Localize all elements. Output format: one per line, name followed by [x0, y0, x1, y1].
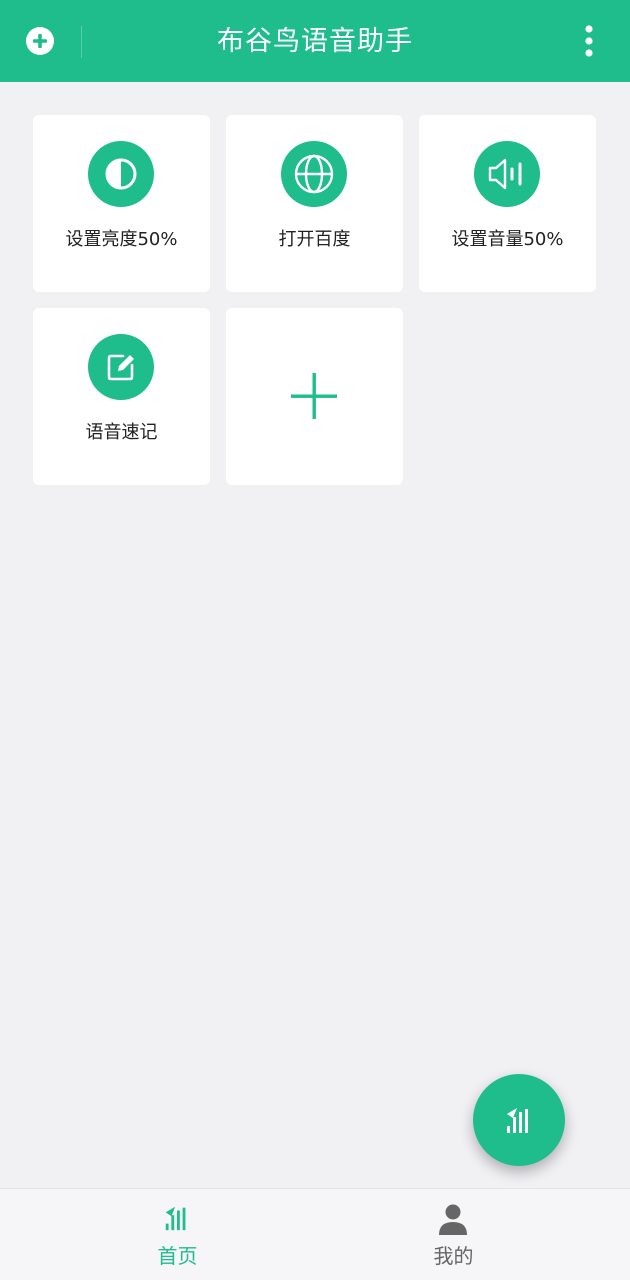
page-title: 布谷鸟语音助手 [217, 26, 413, 57]
app-header: 布谷鸟语音助手 [0, 0, 630, 82]
brightness-icon-circle [88, 141, 154, 207]
globe-icon-circle [281, 141, 347, 207]
command-card-baidu[interactable]: 打开百度 [226, 115, 403, 292]
more-vertical-icon [585, 25, 593, 57]
nav-label-home: 首页 [157, 1244, 198, 1268]
nav-item-mine[interactable]: 我的 [296, 1189, 611, 1280]
command-card-volume[interactable]: 设置音量50% [419, 115, 596, 292]
command-label: 语音速记 [85, 422, 158, 443]
command-label: 设置亮度50% [65, 229, 178, 250]
volume-icon-circle [474, 141, 540, 207]
bottom-nav: 首页 我的 [0, 1188, 630, 1280]
add-command-card[interactable] [226, 308, 403, 485]
edit-note-icon-circle [88, 334, 154, 400]
volume-icon [488, 158, 522, 190]
nav-item-home[interactable]: 首页 [20, 1189, 335, 1280]
command-card-brightness[interactable]: 设置亮度50% [33, 115, 210, 292]
nav-label-mine: 我的 [433, 1244, 474, 1268]
globe-icon [294, 154, 334, 194]
edit-note-icon [107, 354, 134, 381]
command-label: 打开百度 [278, 229, 351, 250]
voice-assistant-icon [507, 1108, 528, 1133]
voice-fab-button[interactable] [473, 1074, 565, 1166]
home-voice-icon [165, 1206, 186, 1231]
brightness-icon [105, 158, 137, 190]
person-icon [439, 1204, 467, 1235]
command-card-voice-note[interactable]: 语音速记 [33, 308, 210, 485]
more-menu-button[interactable] [575, 22, 603, 60]
plus-icon [291, 373, 337, 419]
command-label: 设置音量50% [451, 229, 564, 250]
